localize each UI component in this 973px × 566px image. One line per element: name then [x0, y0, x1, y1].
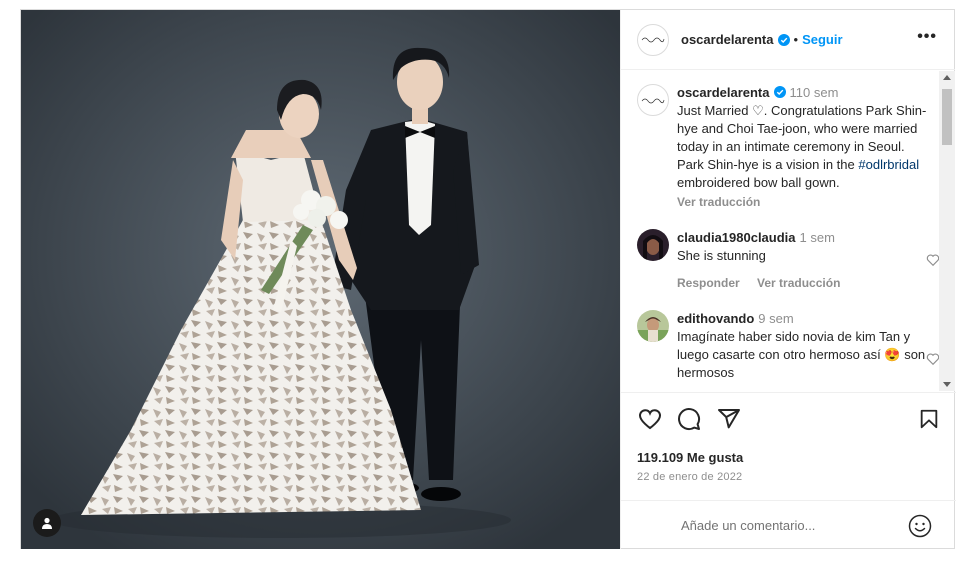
more-options-icon[interactable]: ••• — [917, 29, 937, 45]
scroll-up-arrow[interactable] — [943, 75, 951, 80]
add-comment-bar — [621, 500, 956, 549]
verified-badge-icon — [777, 33, 790, 46]
user-tag-button[interactable] — [33, 509, 61, 537]
user-tag-icon — [42, 517, 52, 529]
share-icon[interactable] — [717, 407, 741, 431]
emoji-icon[interactable] — [908, 514, 932, 538]
comment-text: She is stunning — [677, 248, 766, 263]
comment-item: edithovando 9 sem Imagínate haber sido no… — [621, 310, 956, 382]
post-date: 22 de enero de 2022 — [637, 471, 743, 483]
hashtag-link[interactable]: #odlrbridal — [858, 157, 919, 172]
profile-avatar[interactable] — [637, 23, 669, 56]
comment-avatar[interactable] — [637, 310, 669, 342]
post-photo[interactable] — [21, 10, 620, 549]
caption-username[interactable]: oscardelarenta — [677, 85, 770, 100]
caption-translate-link[interactable]: Ver traducción — [677, 195, 760, 209]
comment-time[interactable]: 1 sem — [800, 230, 835, 245]
comment-icon[interactable] — [677, 407, 701, 431]
caption-text-end: embroidered bow ball gown. — [677, 175, 840, 190]
comment-like-heart-icon[interactable] — [926, 253, 940, 267]
brand-logo — [641, 34, 665, 45]
scroll-down-arrow[interactable] — [943, 382, 951, 387]
scroll-thumb[interactable] — [942, 89, 952, 145]
comment-avatar[interactable] — [637, 229, 669, 261]
post-dialog: oscardelarenta • Seguir ••• oscardelaren… — [20, 9, 956, 549]
comment-time[interactable]: 9 sem — [758, 311, 793, 326]
comment-like-heart-icon[interactable] — [926, 352, 940, 366]
likes-count[interactable]: 119.109 Me gusta — [637, 450, 743, 465]
post-username[interactable]: oscardelarenta — [681, 32, 774, 47]
comments-list[interactable]: oscardelarenta 110 sem Just Married ♡. Co… — [621, 71, 956, 391]
add-comment-input[interactable] — [681, 515, 901, 535]
post-header: oscardelarenta • Seguir ••• — [621, 10, 955, 70]
post-actions: 119.109 Me gusta 22 de enero de 2022 — [621, 392, 956, 500]
heart-icon[interactable] — [637, 407, 663, 431]
caption: oscardelarenta 110 sem Just Married ♡. Co… — [621, 84, 956, 209]
reply-button[interactable]: Responder — [677, 276, 740, 290]
comment-text: Imagínate haber sido novia de kim Tan y … — [677, 329, 926, 380]
post-side-panel: oscardelarenta • Seguir ••• oscardelaren… — [620, 10, 956, 549]
caption-time[interactable]: 110 sem — [790, 85, 839, 100]
separator-dot: • — [793, 32, 799, 47]
wedding-photo-illustration — [21, 10, 620, 549]
comment-username[interactable]: claudia1980claudia — [677, 230, 796, 245]
comment-item: claudia1980claudia 1 sem She is stunning … — [621, 229, 956, 290]
comment-username[interactable]: edithovando — [677, 311, 754, 326]
comments-scrollbar[interactable] — [939, 71, 955, 391]
verified-badge-icon — [773, 86, 786, 98]
follow-button[interactable]: Seguir — [802, 32, 842, 47]
caption-avatar[interactable] — [637, 84, 669, 116]
comment-translate-link[interactable]: Ver traducción — [757, 276, 840, 290]
bookmark-icon[interactable] — [918, 407, 940, 431]
